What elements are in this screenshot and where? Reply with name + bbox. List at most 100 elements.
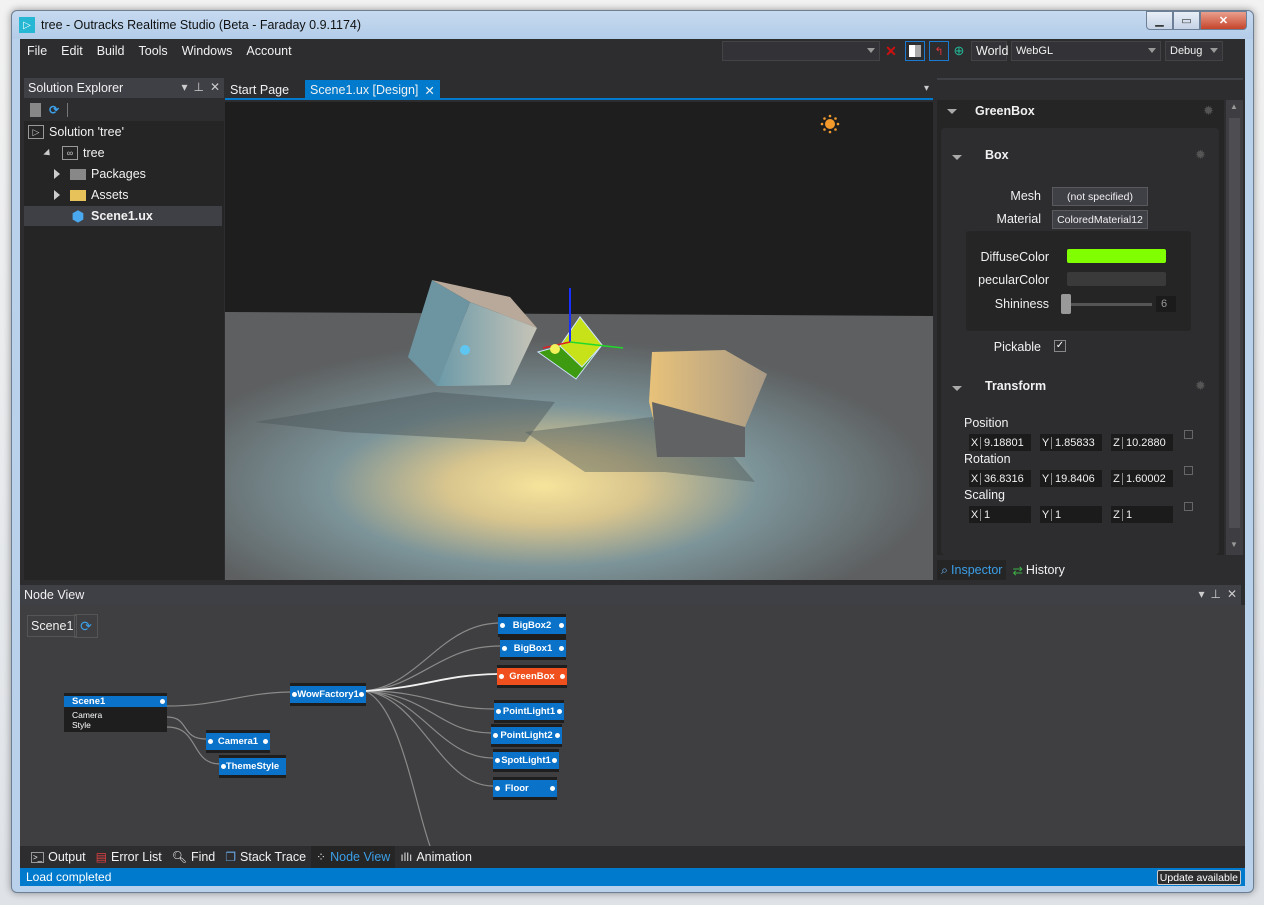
tree-item-scene1[interactable]: ⬢ Scene1.ux xyxy=(24,206,222,226)
search-combo[interactable] xyxy=(722,41,880,61)
panel-menu-icon[interactable]: ▾ xyxy=(1198,587,1204,601)
input-port[interactable] xyxy=(496,709,501,714)
scene-viewport[interactable] xyxy=(225,102,933,580)
configuration-select[interactable]: Debug xyxy=(1165,41,1223,61)
specular-color-swatch[interactable] xyxy=(1067,272,1166,286)
scrollbar-thumb[interactable] xyxy=(1229,118,1240,528)
output-port[interactable] xyxy=(552,758,557,763)
pickable-checkbox[interactable]: ✓ xyxy=(1054,340,1066,352)
port-style[interactable]: Style xyxy=(72,720,167,730)
input-port[interactable] xyxy=(208,739,213,744)
gear-icon[interactable]: ✹ xyxy=(1203,103,1214,119)
node-bigbox1[interactable]: BigBox1 xyxy=(500,637,566,660)
refresh-icon[interactable]: ⟳ xyxy=(49,103,59,117)
space-toggle[interactable]: World xyxy=(971,41,1008,61)
node-scene1[interactable]: Scene1 Camera Style xyxy=(64,693,167,732)
node-view-canvas[interactable]: Scene1 ⟳ Scene1 Camera Style WowFactory1… xyxy=(20,605,1245,846)
close-panel-icon[interactable]: ✕ xyxy=(210,80,220,94)
input-port[interactable] xyxy=(221,764,226,769)
renderer-select[interactable]: WebGL xyxy=(1011,41,1161,61)
collapsed-arrow-icon[interactable] xyxy=(54,190,60,200)
tab-output[interactable]: >_ Output xyxy=(26,846,91,868)
position-z-field[interactable]: Z 10.2880 xyxy=(1111,434,1173,451)
tab-animation[interactable]: ıllı Animation xyxy=(395,846,477,868)
node-spotlight1[interactable]: SpotLight1 xyxy=(493,749,559,772)
output-port[interactable] xyxy=(555,733,560,738)
checker-toggle[interactable] xyxy=(905,41,925,61)
rotation-y-field[interactable]: Y 19.8406 xyxy=(1040,470,1102,487)
output-port[interactable] xyxy=(559,623,564,628)
tab-node-view[interactable]: ⁘ Node View xyxy=(311,846,396,868)
input-port[interactable] xyxy=(500,623,505,628)
node-floor[interactable]: Floor xyxy=(493,777,557,800)
collapse-arrow-icon[interactable] xyxy=(947,109,957,114)
position-lock-checkbox[interactable] xyxy=(1184,430,1193,439)
tab-inspector[interactable]: ⌕ Inspector xyxy=(937,560,1007,580)
input-port[interactable] xyxy=(292,692,297,697)
tab-find[interactable]: 🔍︎ Find xyxy=(167,846,221,868)
clear-button[interactable]: ✕ xyxy=(881,41,901,61)
menu-edit[interactable]: Edit xyxy=(54,44,90,58)
output-port[interactable] xyxy=(560,674,565,679)
input-port[interactable] xyxy=(493,733,498,738)
diffuse-color-swatch[interactable] xyxy=(1067,249,1166,263)
rotation-z-field[interactable]: Z 1.60002 xyxy=(1111,470,1173,487)
rotation-x-field[interactable]: X 36.8316 xyxy=(969,470,1031,487)
output-port[interactable] xyxy=(263,739,268,744)
tab-stack-trace[interactable]: ❐ Stack Trace xyxy=(220,846,311,868)
move-gizmo-button[interactable]: ↰ xyxy=(929,41,949,61)
tree-item-project[interactable]: ∞ tree xyxy=(43,143,222,163)
collapse-arrow-icon[interactable] xyxy=(952,155,962,160)
node-greenbox[interactable]: GreenBox xyxy=(497,665,567,688)
output-port[interactable] xyxy=(160,699,165,704)
tab-scene1-design[interactable]: Scene1.ux [Design] ✕ xyxy=(305,80,440,100)
expanded-arrow-icon[interactable] xyxy=(43,148,53,158)
gear-icon[interactable]: ✹ xyxy=(1195,147,1206,163)
node-wowfactory1[interactable]: WowFactory1 xyxy=(290,683,366,706)
scaling-z-field[interactable]: Z1 xyxy=(1111,506,1173,523)
rotate-gizmo-button[interactable]: ⊕ xyxy=(949,41,969,61)
input-port[interactable] xyxy=(495,786,500,791)
tree-item-solution[interactable]: ▷ Solution 'tree' xyxy=(28,122,222,142)
menu-tools[interactable]: Tools xyxy=(132,44,175,58)
menu-file[interactable]: File xyxy=(20,44,54,58)
pin-icon[interactable]: ⊥ xyxy=(193,80,203,94)
gear-icon[interactable]: ✹ xyxy=(1195,378,1206,394)
mesh-field[interactable]: (not specified) xyxy=(1052,187,1148,206)
scaling-x-field[interactable]: X1 xyxy=(969,506,1031,523)
collapse-all-icon[interactable] xyxy=(30,103,41,117)
node-camera1[interactable]: Camera1 xyxy=(206,730,270,753)
material-field[interactable]: ColoredMaterial12 xyxy=(1052,210,1148,229)
shininess-slider-track[interactable] xyxy=(1066,303,1152,306)
position-y-field[interactable]: Y 1.85833 xyxy=(1040,434,1102,451)
position-x-field[interactable]: X 9.18801 xyxy=(969,434,1031,451)
output-port[interactable] xyxy=(550,786,555,791)
rotation-lock-checkbox[interactable] xyxy=(1184,466,1193,475)
port-camera[interactable]: Camera xyxy=(72,710,167,720)
scaling-y-field[interactable]: Y1 xyxy=(1040,506,1102,523)
scroll-down-icon[interactable]: ▼ xyxy=(1230,540,1238,549)
tab-error-list[interactable]: ▤ Error List xyxy=(91,846,167,868)
pin-icon[interactable]: ⊥ xyxy=(1210,587,1220,601)
menu-windows[interactable]: Windows xyxy=(175,44,240,58)
tree-item-packages[interactable]: Packages xyxy=(54,164,222,184)
tab-overflow-icon[interactable]: ▾ xyxy=(924,83,929,94)
node-pointlight1[interactable]: PointLight1 xyxy=(494,700,564,723)
output-port[interactable] xyxy=(359,692,364,697)
close-button[interactable]: ✕ xyxy=(1200,11,1247,30)
node-themestyle[interactable]: ThemeStyle xyxy=(219,755,286,778)
output-port[interactable] xyxy=(559,646,564,651)
node-pointlight2[interactable]: PointLight2 xyxy=(491,724,562,747)
shininess-value[interactable]: 6 xyxy=(1156,296,1176,312)
shininess-slider-thumb[interactable] xyxy=(1061,294,1071,314)
scaling-lock-checkbox[interactable] xyxy=(1184,502,1193,511)
input-port[interactable] xyxy=(499,674,504,679)
menu-account[interactable]: Account xyxy=(239,44,298,58)
output-port[interactable] xyxy=(557,709,562,714)
update-available-button[interactable]: Update available xyxy=(1156,870,1241,885)
close-panel-icon[interactable]: ✕ xyxy=(1227,587,1237,601)
tab-history[interactable]: ⇄ History xyxy=(1006,560,1070,580)
node-scene1-title[interactable]: Scene1 xyxy=(64,693,167,710)
minimize-button[interactable]: ▁ xyxy=(1146,11,1173,30)
maximize-button[interactable]: ▭ xyxy=(1173,11,1200,30)
